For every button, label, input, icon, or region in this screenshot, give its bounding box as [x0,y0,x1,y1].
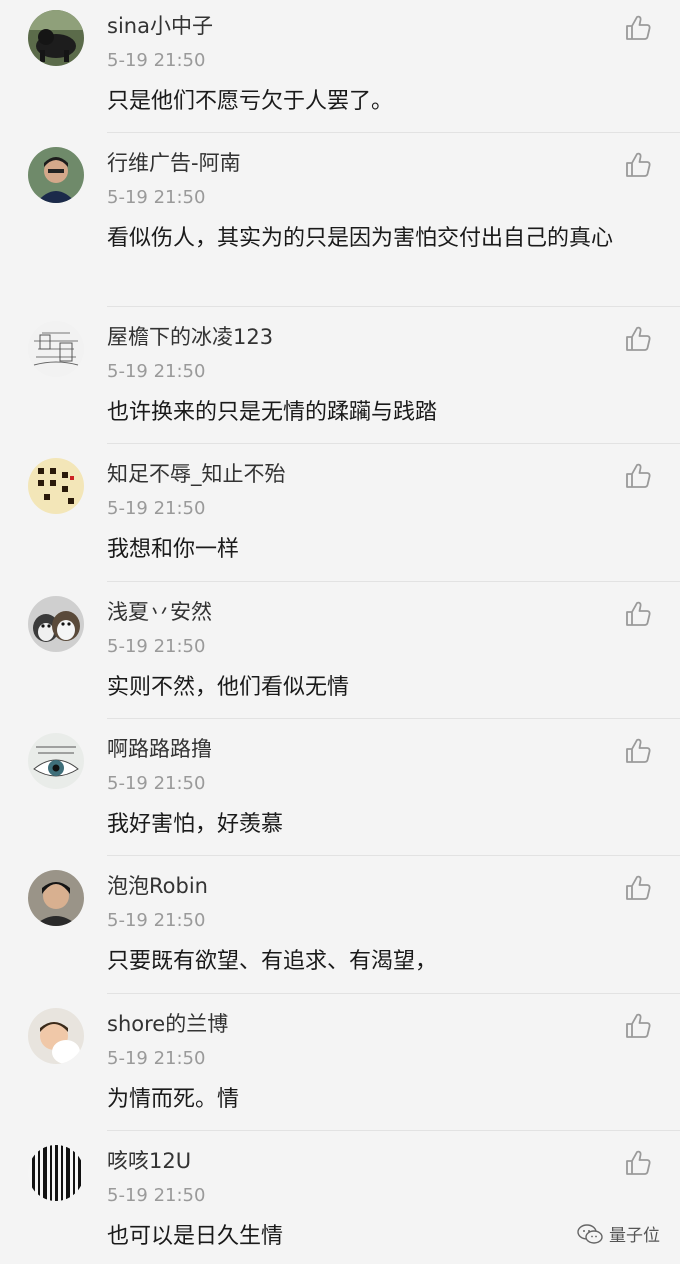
comment-time: 5-19 21:50 [107,636,206,657]
comment-time: 5-19 21:50 [107,773,206,794]
like-button[interactable] [624,14,652,42]
comment-time: 5-19 21:50 [107,1185,206,1206]
thumbs-up-icon [626,1150,651,1175]
thumbs-up-icon [626,152,651,177]
comment-time: 5-19 21:50 [107,910,206,931]
like-button[interactable] [624,1012,652,1040]
comment-item: sina小中子 5-19 21:50 只是他们不愿亏欠于人罢了。 [0,0,680,133]
thumbs-up-icon [626,601,651,626]
thumbs-up-icon [626,875,651,900]
comment-time: 5-19 21:50 [107,187,206,208]
username[interactable]: 泡泡Robin [107,873,208,899]
comment-text: 也可以是日久生情 [107,1224,284,1249]
comment-item: 屋檐下的冰凌123 5-19 21:50 也许换来的只是无情的蹂躏与践踏 [0,307,680,444]
avatar[interactable] [28,870,84,926]
comment-text: 只要既有欲望、有追求、有渴望， [107,949,438,974]
username[interactable]: sina小中子 [107,13,213,39]
comment-item: shore的兰博 5-19 21:50 为情而死。情 [0,994,680,1131]
username[interactable]: 浅夏丷安然 [107,599,212,625]
like-button[interactable] [624,737,652,765]
comment-text: 为情而死。情 [107,1087,240,1112]
like-button[interactable] [624,600,652,628]
avatar[interactable] [28,458,84,514]
thumbs-up-icon [626,326,651,351]
like-button[interactable] [624,151,652,179]
username[interactable]: 行维广告-阿南 [107,150,241,176]
comment-item: 行维广告-阿南 5-19 21:50 看似伤人，其实为的只是因为害怕交付出自己的… [0,133,680,307]
avatar[interactable] [28,733,84,789]
like-button[interactable] [624,874,652,902]
username[interactable]: 知足不辱_知止不殆 [107,461,286,487]
thumbs-up-icon [626,738,651,763]
like-button[interactable] [624,1149,652,1177]
comment-item: 泡泡Robin 5-19 21:50 只要既有欲望、有追求、有渴望， [0,856,680,994]
comment-text: 实则不然，他们看似无情 [107,675,350,700]
avatar[interactable] [28,596,84,652]
comment-item: 浅夏丷安然 5-19 21:50 实则不然，他们看似无情 [0,582,680,719]
username[interactable]: 屋檐下的冰凌123 [107,324,273,350]
like-button[interactable] [624,325,652,353]
avatar[interactable] [28,10,84,66]
wechat-icon [577,1223,603,1244]
comment-time: 5-19 21:50 [107,1048,206,1069]
comment-text: 我想和你一样 [107,537,240,562]
comment-time: 5-19 21:50 [107,50,206,71]
comment-text: 只是他们不愿亏欠于人罢了。 [107,89,394,114]
like-button[interactable] [624,462,652,490]
watermark-label: 量子位 [609,1226,660,1246]
thumbs-up-icon [626,1013,651,1038]
watermark: 量子位 [577,1221,660,1246]
thumbs-up-icon [626,15,651,40]
avatar[interactable] [28,147,84,203]
username[interactable]: shore的兰博 [107,1011,228,1037]
comment-text: 也许换来的只是无情的蹂躏与践踏 [107,400,438,425]
avatar[interactable] [28,1145,84,1201]
comment-time: 5-19 21:50 [107,361,206,382]
avatar[interactable] [28,321,84,377]
avatar[interactable] [28,1008,84,1064]
comment-item: 啊路路路撸 5-19 21:50 我好害怕，好羡慕 [0,719,680,856]
comment-item: 知足不辱_知止不殆 5-19 21:50 我想和你一样 [0,444,680,582]
comment-time: 5-19 21:50 [107,498,206,519]
thumbs-up-icon [626,463,651,488]
comment-text: 看似伤人，其实为的只是因为害怕交付出自己的真心 [107,226,614,251]
username[interactable]: 咳咳12U [107,1148,191,1174]
comment-text: 我好害怕，好羡慕 [107,812,284,837]
username[interactable]: 啊路路路撸 [107,736,212,762]
